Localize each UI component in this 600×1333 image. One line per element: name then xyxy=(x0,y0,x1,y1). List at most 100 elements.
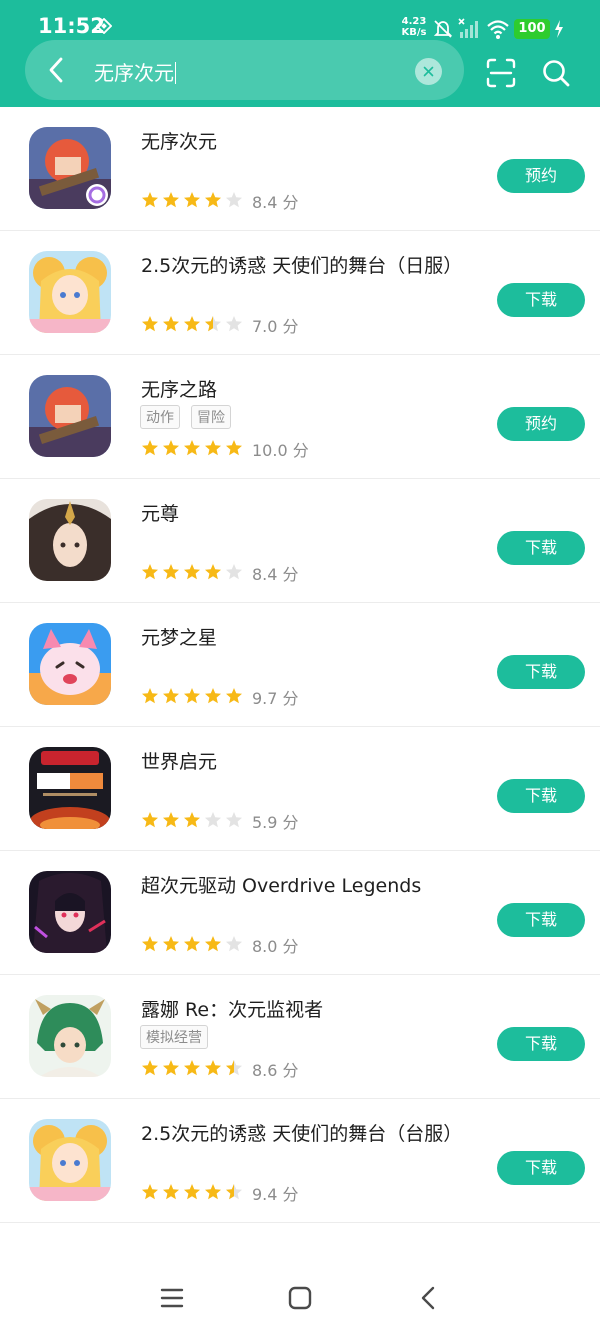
star-full-icon xyxy=(163,316,179,332)
star-full-icon xyxy=(184,812,200,828)
list-item[interactable]: 无序次元 8.4 分 预约 xyxy=(0,107,600,231)
tag-list: 模拟经营 xyxy=(140,1025,219,1049)
rating-score: 8.4 分 xyxy=(252,565,299,584)
star-full-icon xyxy=(205,440,221,456)
star-full-icon xyxy=(163,688,179,704)
app-name: 露娜 Re：次元监视者 xyxy=(141,999,324,1021)
wifi-icon xyxy=(487,20,509,39)
star-empty-icon xyxy=(226,812,242,828)
star-rating xyxy=(141,1183,246,1201)
star-full-icon xyxy=(205,688,221,704)
list-item[interactable]: 无序之路 动作 冒险 10.0 分 预约 xyxy=(0,355,600,479)
star-rating xyxy=(141,439,246,457)
status-time: 11:52 xyxy=(38,14,105,38)
star-empty-icon xyxy=(226,564,242,580)
clear-button[interactable] xyxy=(415,58,442,85)
tag[interactable]: 动作 xyxy=(140,405,180,429)
rating-score: 8.4 分 xyxy=(252,193,299,212)
download-button[interactable]: 下载 xyxy=(497,655,585,689)
tag-list: 动作 冒险 xyxy=(140,405,242,429)
app-icon xyxy=(29,623,111,705)
close-icon xyxy=(423,66,434,77)
system-nav-bar xyxy=(0,1264,600,1333)
star-full-icon xyxy=(184,688,200,704)
star-empty-icon xyxy=(226,316,242,332)
star-rating xyxy=(141,191,246,209)
star-rating xyxy=(141,315,246,333)
menu-icon[interactable] xyxy=(160,1286,184,1310)
home-icon[interactable] xyxy=(288,1286,312,1310)
star-full-icon xyxy=(142,812,158,828)
download-button[interactable]: 下载 xyxy=(497,903,585,937)
download-button[interactable]: 下载 xyxy=(497,531,585,565)
tag[interactable]: 模拟经营 xyxy=(140,1025,208,1049)
list-item[interactable]: 世界启元 5.9 分 下载 xyxy=(0,727,600,851)
star-rating xyxy=(141,811,246,829)
app-name: 超次元驱动 Overdrive Legends xyxy=(141,875,422,897)
star-full-icon xyxy=(205,1184,221,1200)
search-bar[interactable] xyxy=(25,40,464,100)
rating-score: 9.4 分 xyxy=(252,1185,299,1204)
star-empty-icon xyxy=(205,812,221,828)
scan-icon[interactable] xyxy=(486,58,516,88)
star-rating xyxy=(141,563,246,581)
header: 11:52 4.23 KB/s 100 无序次元 xyxy=(0,0,600,107)
star-full-icon xyxy=(142,1184,158,1200)
app-icon xyxy=(29,127,111,209)
app-icon xyxy=(29,747,111,829)
tag[interactable]: 冒险 xyxy=(191,405,231,429)
download-button[interactable]: 下载 xyxy=(497,1151,585,1185)
star-full-icon xyxy=(163,192,179,208)
download-button[interactable]: 下载 xyxy=(497,283,585,317)
list-item[interactable]: 超次元驱动 Overdrive Legends 8.0 分 下载 xyxy=(0,851,600,975)
notification-icon xyxy=(96,18,112,34)
search-input[interactable]: 无序次元 xyxy=(94,57,176,86)
list-item[interactable]: 元梦之星 9.7 分 下载 xyxy=(0,603,600,727)
download-button[interactable]: 下载 xyxy=(497,1027,585,1061)
star-full-icon xyxy=(184,316,200,332)
star-full-icon xyxy=(184,1184,200,1200)
star-full-icon xyxy=(163,1184,179,1200)
net-speed: 4.23 KB/s xyxy=(401,16,427,38)
star-half-icon xyxy=(226,1184,242,1200)
list-item[interactable]: 2.5次元的诱惑 天使们的舞台（台服） 9.4 分 下载 xyxy=(0,1099,600,1223)
star-full-icon xyxy=(184,936,200,952)
star-full-icon xyxy=(163,936,179,952)
no-signal-icon xyxy=(458,18,478,38)
app-icon xyxy=(29,499,111,581)
star-rating xyxy=(141,1059,246,1077)
star-full-icon xyxy=(142,1060,158,1076)
list-item[interactable]: 露娜 Re：次元监视者 模拟经营 8.6 分 下载 xyxy=(0,975,600,1099)
star-full-icon xyxy=(163,812,179,828)
app-name: 无序之路 xyxy=(141,379,218,401)
search-results-list: 无序次元 8.4 分 预约 2.5次元的诱惑 天使们的舞台（日服） 7.0 分 … xyxy=(0,107,600,1264)
list-item[interactable]: 元尊 8.4 分 下载 xyxy=(0,479,600,603)
app-name: 元尊 xyxy=(141,503,180,525)
reserve-button[interactable]: 预约 xyxy=(497,407,585,441)
app-name: 元梦之星 xyxy=(141,627,218,649)
app-name: 2.5次元的诱惑 天使们的舞台（日服） xyxy=(141,255,463,277)
back-icon[interactable] xyxy=(45,56,69,84)
star-rating xyxy=(141,687,246,705)
star-full-icon xyxy=(142,936,158,952)
star-full-icon xyxy=(205,192,221,208)
app-icon xyxy=(29,871,111,953)
app-icon xyxy=(29,1119,111,1201)
reserve-button[interactable]: 预约 xyxy=(497,159,585,193)
star-rating xyxy=(141,935,246,953)
download-button[interactable]: 下载 xyxy=(497,779,585,813)
rating-score: 9.7 分 xyxy=(252,689,299,708)
star-full-icon xyxy=(142,688,158,704)
app-name: 2.5次元的诱惑 天使们的舞台（台服） xyxy=(141,1123,463,1145)
list-item[interactable]: 2.5次元的诱惑 天使们的舞台（日服） 7.0 分 下载 xyxy=(0,231,600,355)
back-icon[interactable] xyxy=(417,1286,441,1310)
battery-icon: 100 xyxy=(514,19,550,39)
rating-score: 7.0 分 xyxy=(252,317,299,336)
rating-score: 10.0 分 xyxy=(252,441,309,460)
star-full-icon xyxy=(205,936,221,952)
star-empty-icon xyxy=(226,936,242,952)
search-icon[interactable] xyxy=(541,58,571,88)
star-full-icon xyxy=(163,564,179,580)
star-full-icon xyxy=(226,440,242,456)
rating-score: 8.6 分 xyxy=(252,1061,299,1080)
